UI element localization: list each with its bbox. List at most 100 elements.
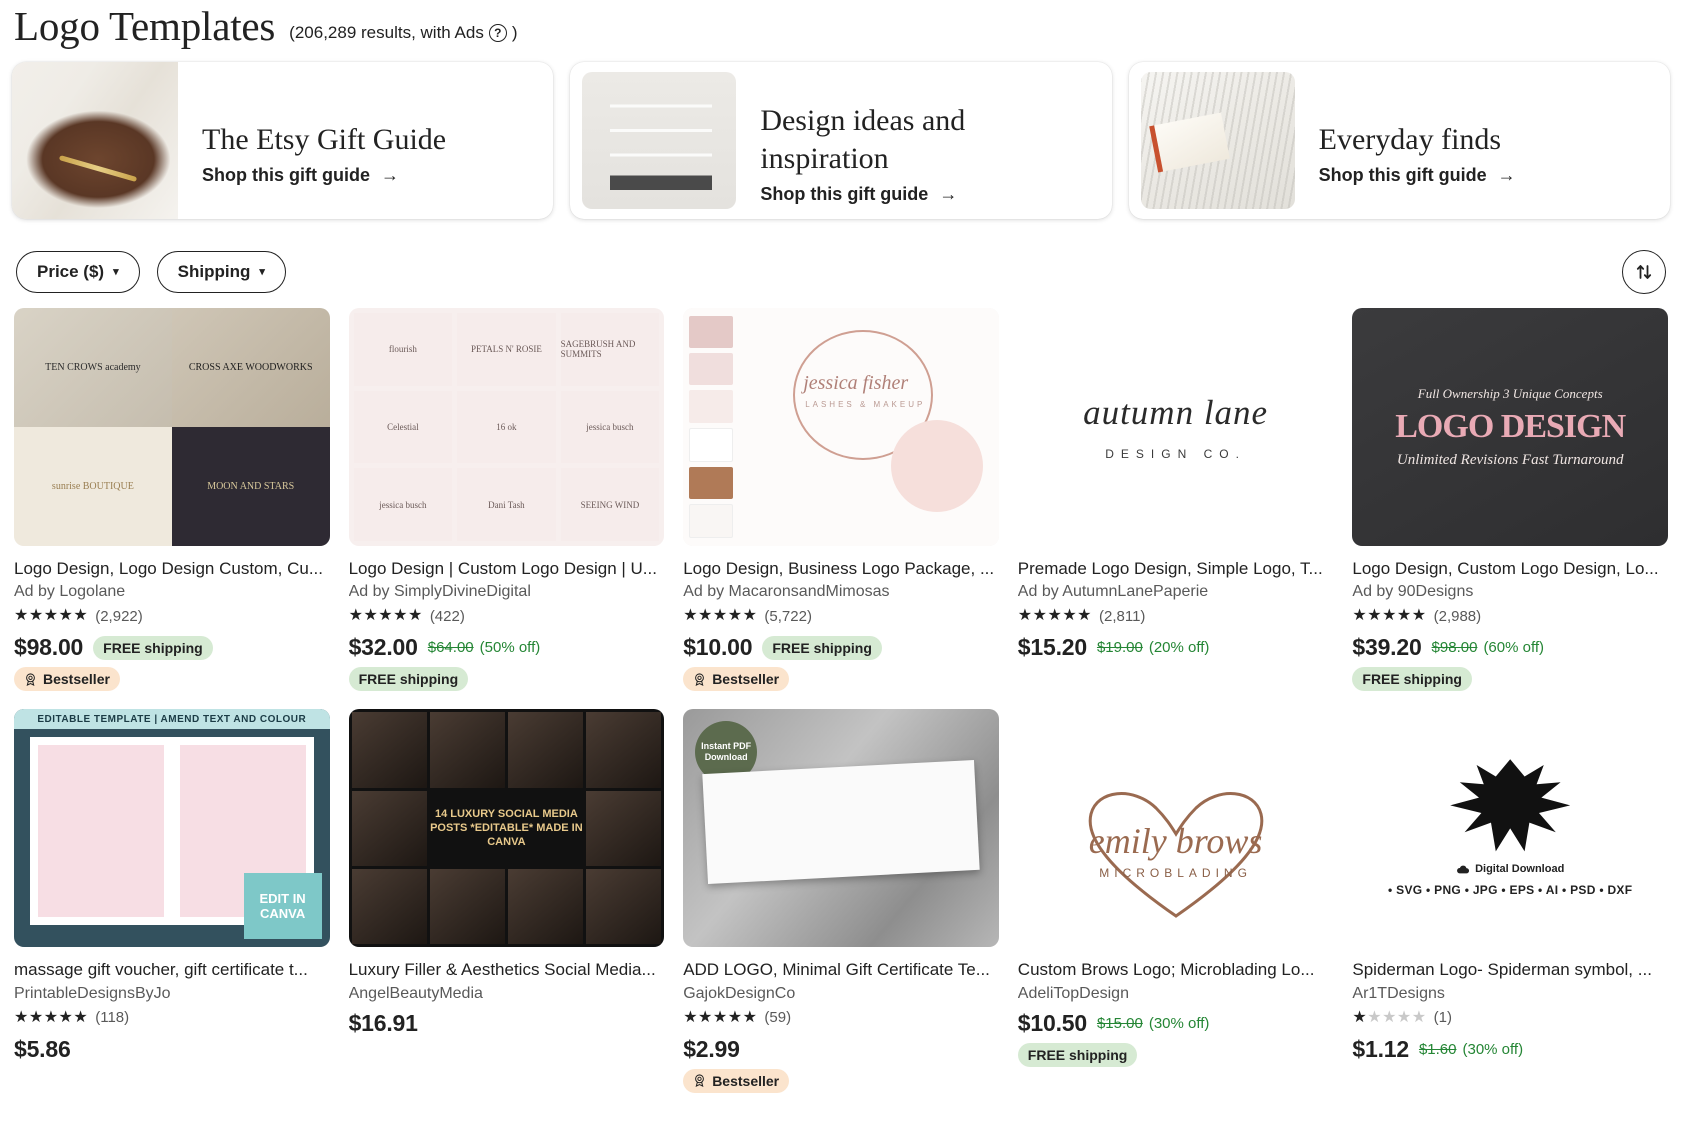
product-shop: GajokDesignCo <box>683 984 796 1002</box>
product-badge-row: Bestseller <box>14 661 330 692</box>
product-image[interactable]: Instant PDF Download <box>683 709 999 948</box>
digital-download-label-art: Digital Download <box>1456 863 1564 875</box>
bestseller-badge: Bestseller <box>683 667 790 692</box>
logo-name-art: jessica fisher <box>803 372 909 394</box>
promo-card-design-ideas[interactable]: Design ideas and inspiration Shop this g… <box>570 62 1112 219</box>
bestseller-badge: Bestseller <box>683 1068 790 1093</box>
product-rating: ★★★★★ (2,922) <box>14 605 330 627</box>
product-title[interactable]: Spiderman Logo- Spiderman symbol, ... <box>1352 959 1668 980</box>
product-rating: ★★★★★ (1) <box>1352 1007 1668 1029</box>
logo-sub-art: LASHES & MAKEUP <box>805 400 926 409</box>
logo-art-ten-crows: TEN CROWS academy <box>14 308 172 427</box>
logo-art-9: SEEING WIND <box>560 468 660 541</box>
promo-title: The Etsy Gift Guide <box>202 123 447 157</box>
rating-count: (422) <box>429 607 465 625</box>
filter-price-button[interactable]: Price ($) ▾ <box>16 251 140 293</box>
results-count: (206,289 results, with Ads ? ) <box>289 23 518 43</box>
product-card[interactable]: TEN CROWS academy CROSS AXE WOODWORKS su… <box>14 308 330 692</box>
product-image[interactable]: TEN CROWS academy CROSS AXE WOODWORKS su… <box>14 308 330 546</box>
product-image[interactable]: Digital Download • SVG • PNG • JPG • EPS… <box>1352 709 1668 948</box>
product-card[interactable]: Digital Download • SVG • PNG • JPG • EPS… <box>1352 709 1668 1092</box>
product-title[interactable]: ADD LOGO, Minimal Gift Certificate Te... <box>683 959 999 980</box>
rating-count: (5,722) <box>764 607 812 625</box>
arrow-right-icon: → <box>939 183 958 204</box>
promo-banner-row: The Etsy Gift Guide Shop this gift guide… <box>12 62 1670 219</box>
promo-cta-link[interactable]: Shop this gift guide → <box>1319 165 1656 186</box>
product-image[interactable]: Full Ownership 3 Unique Concepts LOGO DE… <box>1352 308 1668 546</box>
logo-art-5: 16 ok <box>457 390 556 464</box>
product-title[interactable]: Luxury Filler & Aesthetics Social Media.… <box>349 959 665 980</box>
product-price: $10.00 <box>683 634 753 661</box>
product-discount: (60% off) <box>1483 639 1545 657</box>
product-rating: ★★★★★ (2,811) <box>1018 605 1334 627</box>
logo-art-8: Dani Tash <box>457 468 556 541</box>
product-price: $39.20 <box>1352 634 1422 661</box>
bestseller-badge: Bestseller <box>14 667 120 692</box>
question-mark-icon[interactable]: ? <box>488 24 507 42</box>
product-shop: Ar1TDesigns <box>1352 984 1445 1002</box>
product-card[interactable]: autumn lane DESIGN CO. Premade Logo Desi… <box>1017 308 1334 691</box>
product-discount: (30% off) <box>1148 1014 1210 1032</box>
promo-card-gift-guide[interactable]: The Etsy Gift Guide Shop this gift guide… <box>12 62 554 219</box>
promo-body: The Etsy Gift Guide Shop this gift guide… <box>178 62 553 219</box>
product-title[interactable]: massage gift voucher, gift certificate t… <box>14 959 330 980</box>
results-count-text: (206,289 results, with Ads <box>289 23 484 42</box>
page-header: Logo Templates (206,289 results, with Ad… <box>12 0 1670 56</box>
logo-line-2-art: LOGO DESIGN <box>1395 407 1626 445</box>
product-shop: PrintableDesignsByJo <box>14 984 171 1002</box>
product-card[interactable]: EDITABLE TEMPLATE | AMEND TEXT AND COLOU… <box>14 709 330 1092</box>
logo-sub-art: DESIGN CO. <box>1105 447 1246 461</box>
rating-stars: ★★★★★ <box>348 607 423 625</box>
spider-silhouette-art <box>1450 759 1571 852</box>
product-image[interactable]: 14 LUXURY SOCIAL MEDIA POSTS *EDITABLE* … <box>348 709 665 948</box>
product-title[interactable]: Logo Design, Custom Logo Design, Lo... <box>1352 558 1668 579</box>
product-card[interactable]: Full Ownership 3 Unique Concepts LOGO DE… <box>1352 308 1668 692</box>
sort-button[interactable] <box>1622 250 1666 294</box>
promo-cta-link[interactable]: Shop this gift guide → <box>760 184 1097 205</box>
color-swatches <box>689 316 734 539</box>
product-discount: (20% off) <box>1148 639 1210 657</box>
rating-count: (59) <box>764 1009 792 1026</box>
product-title[interactable]: Custom Brows Logo; Microblading Lo... <box>1018 959 1334 980</box>
promo-card-everyday-finds[interactable]: Everyday finds Shop this gift guide → <box>1128 62 1670 219</box>
product-discount: (50% off) <box>479 639 541 657</box>
logo-blob-art <box>890 420 983 512</box>
file-formats-art: • SVG • PNG • JPG • EPS • AI • PSD • DXF <box>1388 883 1633 898</box>
product-image[interactable]: emily brows MICROBLADING <box>1017 709 1334 948</box>
product-card[interactable]: emily brows MICROBLADING Custom Brows Lo… <box>1017 709 1334 1092</box>
product-title[interactable]: Premade Logo Design, Simple Logo, T... <box>1018 558 1334 579</box>
product-title[interactable]: Logo Design, Logo Design Custom, Cu... <box>14 558 330 579</box>
product-price: $15.20 <box>1017 634 1087 661</box>
product-card[interactable]: Instant PDF Download ADD LOGO, Minimal G… <box>683 709 999 1093</box>
rating-count: (2,988) <box>1433 607 1482 625</box>
product-title[interactable]: Logo Design | Custom Logo Design | U... <box>349 558 665 579</box>
product-image[interactable]: EDITABLE TEMPLATE | AMEND TEXT AND COLOU… <box>14 709 330 948</box>
promo-title: Everyday finds <box>1318 123 1502 157</box>
product-title[interactable]: Logo Design, Business Logo Package, ... <box>683 558 999 579</box>
product-image[interactable]: jessica fisher LASHES & MAKEUP <box>683 308 999 546</box>
cloud-download-icon <box>1457 865 1470 874</box>
rating-stars: ★★★★★ <box>1352 1009 1426 1026</box>
bestseller-label: Bestseller <box>712 671 780 688</box>
product-badge-row: FREE shipping <box>1017 1037 1334 1067</box>
template-banner-art: EDITABLE TEMPLATE | AMEND TEXT AND COLOU… <box>14 709 330 730</box>
results-count-paren: ) <box>511 23 518 42</box>
product-rating: ★★★★★ (2,988) <box>1352 605 1668 627</box>
product-image[interactable]: autumn lane DESIGN CO. <box>1017 308 1334 546</box>
product-card[interactable]: flourish PETALS N' ROSIE SAGEBRUSH AND S… <box>348 308 665 692</box>
promo-cta-link[interactable]: Shop this gift guide → <box>202 165 539 186</box>
free-shipping-badge: FREE shipping <box>348 667 469 692</box>
product-price-row: $10.00 FREE shipping <box>683 634 999 661</box>
filter-shipping-button[interactable]: Shipping ▾ <box>156 251 286 293</box>
sort-arrows-icon <box>1636 265 1652 279</box>
free-shipping-badge: FREE shipping <box>1352 667 1472 692</box>
rating-stars: ★★★★★ <box>14 1008 89 1026</box>
page-title: Logo Templates <box>14 3 276 49</box>
rating-stars: ★★★★★ <box>1352 607 1427 625</box>
product-rating: ★★★★★ (422) <box>349 605 665 627</box>
product-price: $2.99 <box>683 1035 740 1062</box>
chevron-down-icon: ▾ <box>113 265 119 278</box>
product-card[interactable]: 14 LUXURY SOCIAL MEDIA POSTS *EDITABLE* … <box>348 709 665 1092</box>
product-image[interactable]: flourish PETALS N' ROSIE SAGEBRUSH AND S… <box>348 308 665 546</box>
product-card[interactable]: jessica fisher LASHES & MAKEUP Logo Desi… <box>683 308 999 692</box>
